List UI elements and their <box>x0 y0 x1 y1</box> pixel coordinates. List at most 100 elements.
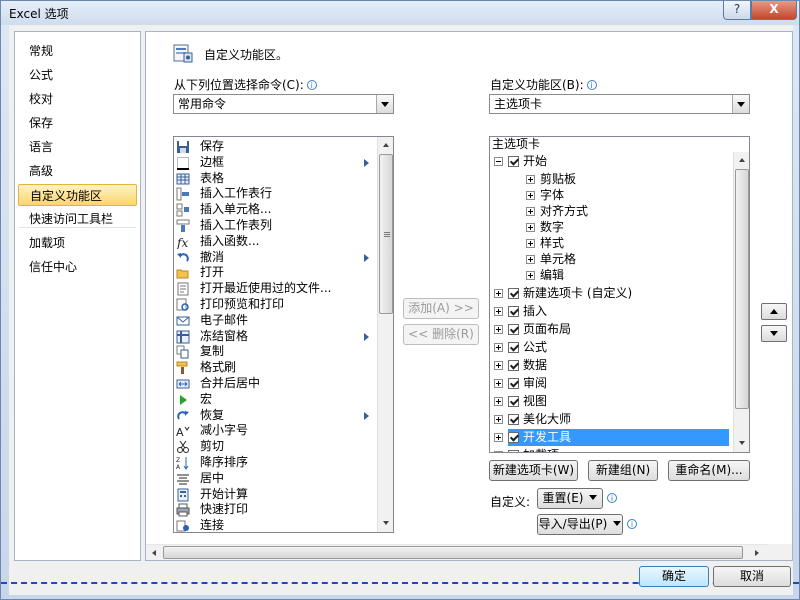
ribbon-tab-item[interactable]: 审阅 <box>490 375 730 392</box>
ribbon-tab-item[interactable]: 加载项 <box>490 447 730 452</box>
scroll-right-icon[interactable] <box>749 545 765 560</box>
tab-checkbox[interactable] <box>508 378 519 389</box>
scroll-thumb[interactable] <box>735 169 749 409</box>
ribbon-tabs-tree[interactable]: 主选项卡 开始 剪贴板 字体 对齐方式 数字 样式 单元格 编辑 新建选项卡 (自定义) 插入 页面… <box>489 136 750 453</box>
tab-checkbox[interactable] <box>508 288 519 299</box>
cancel-button[interactable]: 取消 <box>713 566 791 587</box>
ribbon-group-item[interactable]: 剪贴板 <box>490 171 730 188</box>
expand-plus-icon[interactable] <box>494 307 503 316</box>
ribbon-tab-item[interactable]: 开始 <box>490 153 730 170</box>
ribbon-group-item[interactable]: 数字 <box>490 219 730 236</box>
command-item[interactable]: 剪切 <box>176 439 376 455</box>
expand-plus-icon[interactable] <box>494 451 503 452</box>
nav-item[interactable]: 常规 <box>18 40 137 62</box>
tab-checkbox[interactable] <box>508 156 519 167</box>
ribbon-tab-item[interactable]: 数据 <box>490 357 730 374</box>
ribbon-group-item[interactable]: 样式 <box>490 235 730 252</box>
scroll-up-icon[interactable] <box>378 137 393 153</box>
command-item[interactable]: 恢复 <box>176 408 376 424</box>
tab-checkbox[interactable] <box>508 324 519 335</box>
nav-item[interactable]: 校对 <box>18 88 137 110</box>
collapse-minus-icon[interactable] <box>494 157 503 166</box>
command-item[interactable]: 复制 <box>176 344 376 360</box>
chevron-down-icon[interactable] <box>376 95 393 113</box>
scroll-up-icon[interactable] <box>734 152 749 168</box>
reset-button[interactable]: 重置(E) <box>537 488 603 509</box>
new-tab-button[interactable]: 新建选项卡(W) <box>489 460 578 481</box>
tab-checkbox[interactable] <box>508 360 519 371</box>
remove-button[interactable]: << 删除(R) <box>403 324 479 345</box>
scroll-left-icon[interactable] <box>146 545 162 560</box>
command-item[interactable]: 插入工作表列 <box>176 218 376 234</box>
tree-scrollbar[interactable] <box>733 152 749 452</box>
expand-plus-icon[interactable] <box>526 271 535 280</box>
ok-button[interactable]: 确定 <box>639 566 709 587</box>
commands-listbox[interactable]: 保存 边框 表格 插入工作表行 插入单元格... 插入工作表列 fx 插入函数... 撤消 打开打… <box>173 136 394 533</box>
expand-plus-icon[interactable] <box>494 379 503 388</box>
command-item[interactable]: 开始计算 <box>176 487 376 503</box>
move-down-button[interactable] <box>761 325 787 342</box>
expand-plus-icon[interactable] <box>526 175 535 184</box>
tab-checkbox[interactable] <box>508 306 519 317</box>
ribbon-group-item[interactable]: 字体 <box>490 187 730 204</box>
command-item[interactable]: 打开 <box>176 265 376 281</box>
ribbon-tab-item[interactable]: 页面布局 <box>490 321 730 338</box>
scroll-down-icon[interactable] <box>734 435 749 451</box>
command-item[interactable]: Z A 降序排序 <box>176 455 376 471</box>
command-item[interactable]: fx 插入函数... <box>176 234 376 250</box>
choose-commands-dropdown[interactable]: 常用命令 <box>173 94 394 114</box>
commands-scrollbar[interactable] <box>377 137 393 532</box>
help-button[interactable]: ? <box>723 1 751 20</box>
nav-item[interactable]: 加载项 <box>18 232 137 254</box>
command-item[interactable]: 电子邮件 <box>176 313 376 329</box>
nav-item[interactable]: 高级 <box>18 160 137 182</box>
expand-plus-icon[interactable] <box>526 255 535 264</box>
command-item[interactable]: 居中 <box>176 471 376 487</box>
command-item[interactable]: 冻结窗格 <box>176 329 376 345</box>
nav-item[interactable]: 语言 <box>18 136 137 158</box>
scroll-thumb[interactable] <box>379 154 393 314</box>
expand-plus-icon[interactable] <box>494 325 503 334</box>
command-item[interactable]: 打开最近使用过的文件... <box>176 281 376 297</box>
command-item[interactable]: 打印预览和打印 <box>176 297 376 313</box>
expand-plus-icon[interactable] <box>494 289 503 298</box>
tab-checkbox[interactable] <box>508 342 519 353</box>
tab-checkbox[interactable] <box>508 396 519 407</box>
rename-button[interactable]: 重命名(M)... <box>668 460 750 481</box>
tab-checkbox[interactable] <box>508 432 519 443</box>
expand-plus-icon[interactable] <box>494 415 503 424</box>
ribbon-tab-item[interactable]: 美化大师 <box>490 411 730 428</box>
horizontal-scrollbar[interactable] <box>146 544 768 560</box>
command-item[interactable]: A 减小字号 <box>176 423 376 439</box>
nav-item[interactable]: 公式 <box>18 64 137 86</box>
move-up-button[interactable] <box>761 303 787 320</box>
scroll-down-icon[interactable] <box>378 515 393 531</box>
ribbon-group-item[interactable]: 单元格 <box>490 251 730 268</box>
ribbon-tab-item[interactable]: 开发工具 <box>494 429 729 446</box>
horizontal-scroll-thumb[interactable] <box>163 546 743 559</box>
ribbon-tab-item[interactable]: 新建选项卡 (自定义) <box>490 285 730 302</box>
expand-plus-icon[interactable] <box>526 239 535 248</box>
command-item[interactable]: 保存 <box>176 139 376 155</box>
add-button[interactable]: 添加(A) >> <box>403 298 479 319</box>
command-item[interactable]: 边框 <box>176 155 376 171</box>
expand-plus-icon[interactable] <box>526 207 535 216</box>
close-button[interactable]: X <box>751 1 797 20</box>
command-item[interactable]: 插入单元格... <box>176 202 376 218</box>
ribbon-tab-item[interactable]: 视图 <box>490 393 730 410</box>
command-item[interactable]: 表格 <box>176 171 376 187</box>
command-item[interactable]: 合并后居中 <box>176 376 376 392</box>
command-item[interactable]: 撤消 <box>176 250 376 266</box>
expand-plus-icon[interactable] <box>526 223 535 232</box>
ribbon-tab-item[interactable]: 插入 <box>490 303 730 320</box>
ribbon-group-item[interactable]: 对齐方式 <box>490 203 730 220</box>
command-item[interactable]: 快速打印 <box>176 502 376 518</box>
expand-plus-icon[interactable] <box>494 397 503 406</box>
tab-checkbox[interactable] <box>508 414 519 425</box>
new-group-button[interactable]: 新建组(N) <box>588 460 658 481</box>
command-item[interactable]: 插入工作表行 <box>176 186 376 202</box>
nav-item[interactable]: 信任中心 <box>18 256 137 278</box>
expand-plus-icon[interactable] <box>494 361 503 370</box>
ribbon-tab-item[interactable]: 公式 <box>490 339 730 356</box>
expand-plus-icon[interactable] <box>494 433 503 442</box>
